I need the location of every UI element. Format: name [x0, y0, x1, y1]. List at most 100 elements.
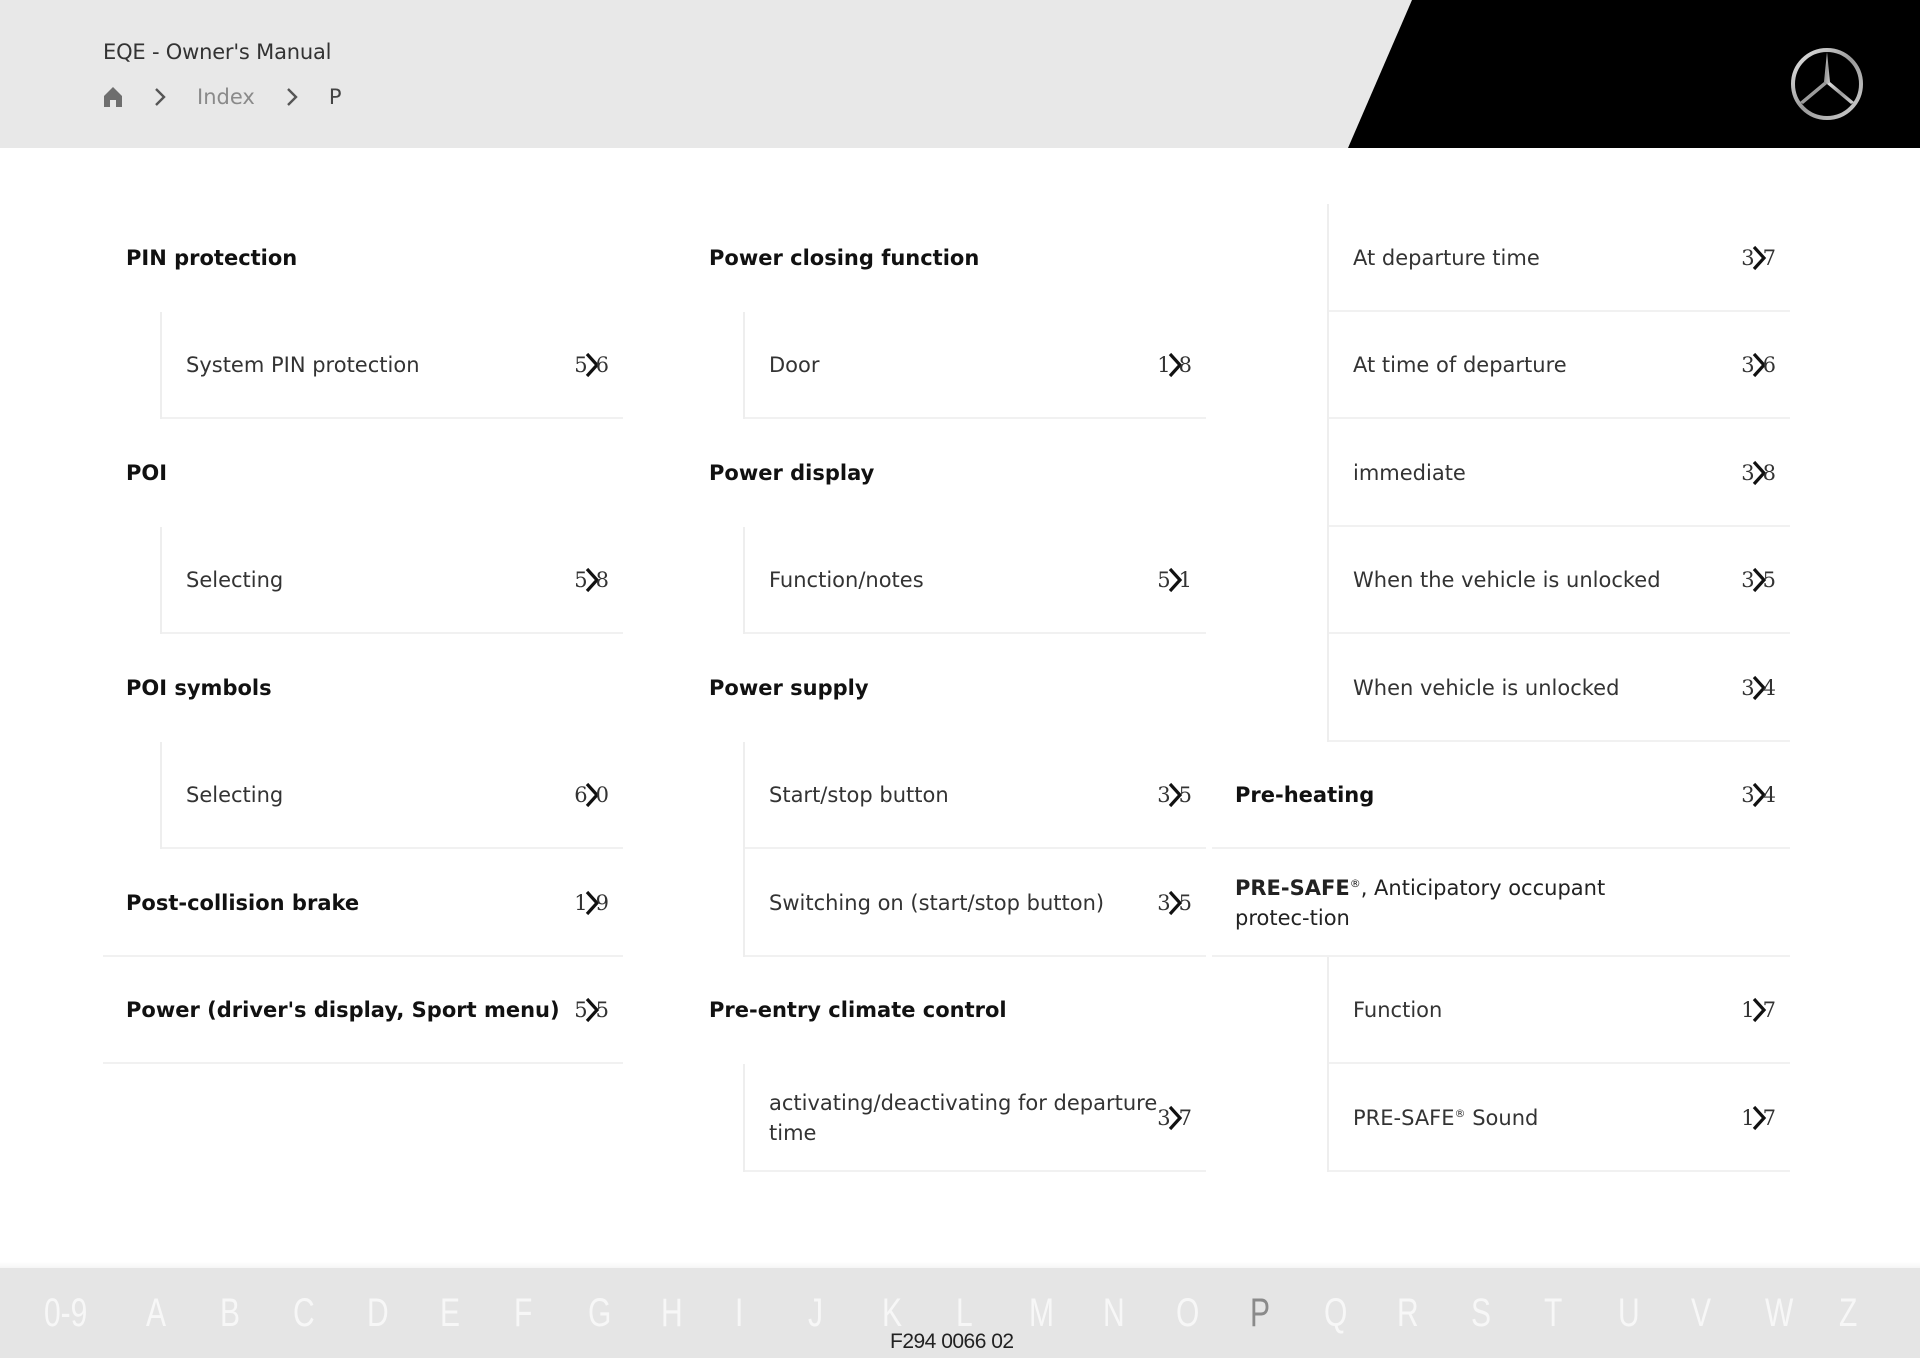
page-reference[interactable]: 1 7	[1741, 1104, 1776, 1132]
page-digit: 8	[595, 568, 609, 593]
alphabet-letter-s[interactable]: S	[1471, 1291, 1526, 1336]
index-entry-link[interactable]: Selecting 5 8	[160, 526, 623, 634]
registered-mark: ®	[1454, 1106, 1466, 1120]
alphabet-letter-u[interactable]: U	[1618, 1291, 1673, 1336]
page-digit: 6	[1762, 353, 1776, 378]
alphabet-letter-h[interactable]: H	[661, 1291, 716, 1336]
entry-label: POI symbols	[126, 675, 272, 700]
page-reference[interactable]: 5 6	[574, 351, 609, 379]
alphabet-letter-a[interactable]: A	[146, 1291, 201, 1336]
index-entry-link[interactable]: When vehicle is unlocked 3 4	[1327, 634, 1790, 742]
header: EQE - Owner's Manual Index P	[0, 0, 1920, 148]
entry-label-rest: Sound	[1465, 1105, 1539, 1130]
entry-label: immediate	[1353, 460, 1466, 485]
alphabet-letter-c[interactable]: C	[293, 1291, 348, 1336]
alphabet-letter-q[interactable]: Q	[1324, 1291, 1379, 1336]
index-entry-link[interactable]: PRE-SAFE® Sound 1 7	[1327, 1064, 1790, 1172]
page-digit: 8	[1762, 460, 1776, 485]
entry-label: Selecting	[186, 783, 284, 808]
index-entry-link[interactable]: immediate 3 8	[1327, 419, 1790, 527]
entry-label: Start/stop button	[769, 783, 949, 808]
alphabet-letter-b[interactable]: B	[220, 1291, 275, 1336]
index-entry-link[interactable]: activating/deactivating for departure ti…	[743, 1064, 1206, 1172]
alphabet-letter-m[interactable]: M	[1029, 1291, 1084, 1336]
alphabet-letter-k[interactable]: K	[882, 1291, 937, 1336]
index-column-1: PIN protection System PIN protection 5 6…	[103, 204, 623, 1064]
index-entry-link[interactable]: Function/notes 5 1	[743, 526, 1206, 634]
registered-mark: ®	[1349, 876, 1361, 890]
alphabet-letter-z[interactable]: Z	[1839, 1291, 1894, 1336]
page-digit: 9	[595, 890, 609, 915]
index-entry-heading: Power display	[686, 419, 1206, 527]
document-code: F294 0066 02	[890, 1330, 1014, 1353]
page-reference[interactable]: 3 4	[1741, 781, 1776, 809]
index-entry-link[interactable]: Switching on (start/stop button) 3 5	[743, 849, 1206, 957]
entry-label: When vehicle is unlocked	[1353, 675, 1620, 700]
index-entry-link[interactable]: Power (driver's display, Sport menu) 5 5	[103, 957, 623, 1065]
index-entry-link[interactable]: When the vehicle is unlocked 3 5	[1327, 526, 1790, 634]
page-reference[interactable]: 5 5	[574, 996, 609, 1024]
alphabet-letter-d[interactable]: D	[367, 1291, 422, 1336]
page-digit: 7	[1762, 998, 1776, 1023]
page-reference[interactable]: 5 1	[1157, 566, 1192, 594]
page-reference[interactable]: 3 7	[1741, 244, 1776, 272]
page-reference[interactable]: 3 6	[1741, 351, 1776, 379]
page-digit: 5	[1762, 568, 1776, 593]
page-reference[interactable]: 3 5	[1157, 889, 1192, 917]
page-reference[interactable]: 3 8	[1741, 459, 1776, 487]
page-reference[interactable]: 1 9	[574, 889, 609, 917]
entry-label: System PIN protection	[186, 353, 420, 378]
index-entry-heading: Power supply	[686, 634, 1206, 742]
page-reference[interactable]: 3 7	[1157, 1104, 1192, 1132]
alphabet-letter-o[interactable]: O	[1176, 1291, 1231, 1336]
index-entry-link[interactable]: At departure time 3 7	[1327, 204, 1790, 312]
alphabet-letter-0-9[interactable]: 0-9	[44, 1291, 121, 1336]
index-entry-link[interactable]: At time of departure 3 6	[1327, 311, 1790, 419]
entry-label: Pre-entry climate control	[709, 998, 1007, 1023]
index-entry-link[interactable]: Door 1 8	[743, 311, 1206, 419]
index-entry-heading: Power closing function	[686, 204, 1206, 312]
index-entry-link[interactable]: Start/stop button 3 5	[743, 741, 1206, 849]
page-reference[interactable]: 3 5	[1741, 566, 1776, 594]
alphabet-letter-n[interactable]: N	[1103, 1291, 1158, 1336]
index-entry-link[interactable]: Pre-heating 3 4	[1212, 742, 1790, 850]
breadcrumb-current: P	[328, 85, 342, 109]
entry-label: Post-collision brake	[126, 890, 360, 915]
alphabet-letter-f[interactable]: F	[514, 1291, 569, 1336]
page-digit: 5	[1178, 890, 1192, 915]
alphabet-letter-t[interactable]: T	[1544, 1291, 1599, 1336]
index-entry-link[interactable]: Post-collision brake 1 9	[103, 849, 623, 957]
alphabet-letter-w[interactable]: W	[1765, 1291, 1820, 1336]
page-reference[interactable]: 1 8	[1157, 351, 1192, 379]
alphabet-letter-v[interactable]: V	[1691, 1291, 1746, 1336]
page-reference[interactable]: 6 0	[574, 781, 609, 809]
page-reference[interactable]: 1 7	[1741, 996, 1776, 1024]
index-column-3: At departure time 3 7 At time of departu…	[1212, 204, 1790, 1172]
entry-label: Switching on (start/stop button)	[769, 890, 1105, 915]
alphabet-letter-l[interactable]: L	[956, 1291, 1011, 1336]
entry-label: At departure time	[1353, 245, 1540, 270]
page-digit: 5	[1178, 783, 1192, 808]
alphabet-letter-p[interactable]: P	[1250, 1291, 1305, 1336]
alphabet-letter-g[interactable]: G	[588, 1291, 643, 1336]
page-digit: 1	[1178, 568, 1192, 593]
breadcrumb-index-link[interactable]: Index	[197, 85, 255, 109]
alphabet-letter-r[interactable]: R	[1397, 1291, 1452, 1336]
entry-label: At time of departure	[1353, 353, 1567, 378]
page-digit: 6	[595, 353, 609, 378]
mercedes-star-logo[interactable]	[1789, 46, 1865, 122]
page-reference[interactable]: 5 8	[574, 566, 609, 594]
index-entry-link[interactable]: Function 1 7	[1327, 956, 1790, 1064]
index-entry-link[interactable]: Selecting 6 0	[160, 741, 623, 849]
alphabet-letter-e[interactable]: E	[440, 1291, 495, 1336]
index-entry-link[interactable]: System PIN protection 5 6	[160, 311, 623, 419]
page-digit: 7	[1178, 1105, 1192, 1130]
page-reference[interactable]: 3 5	[1157, 781, 1192, 809]
page-reference[interactable]: 3 4	[1741, 674, 1776, 702]
entry-label: Function/notes	[769, 568, 924, 593]
home-icon[interactable]	[101, 85, 125, 109]
entry-label-pre: PRE-SAFE	[1353, 1105, 1455, 1130]
page-digit: 4	[1762, 783, 1776, 808]
alphabet-letter-j[interactable]: J	[808, 1291, 863, 1336]
alphabet-letter-i[interactable]: I	[735, 1291, 790, 1336]
